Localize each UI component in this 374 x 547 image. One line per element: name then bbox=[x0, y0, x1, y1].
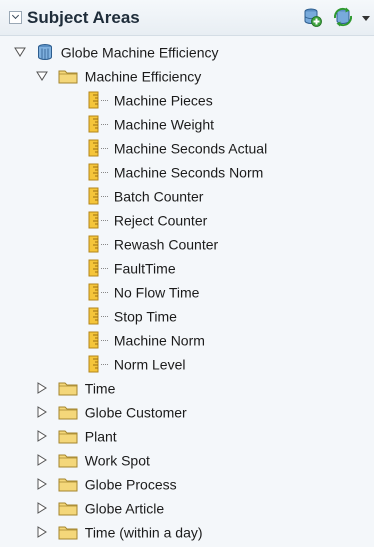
tree-folder-machine-efficiency[interactable]: Machine Efficiency bbox=[36, 64, 201, 86]
tree-column-item[interactable]: Rewash Counter bbox=[88, 232, 218, 254]
folder-icon bbox=[58, 382, 78, 396]
tree-column-item[interactable]: Machine Weight bbox=[88, 112, 214, 134]
folder-label: Globe Process bbox=[84, 476, 177, 493]
folder-icon bbox=[58, 70, 78, 84]
folder-label: Plant bbox=[84, 428, 117, 445]
folder-label: Time bbox=[84, 380, 116, 397]
folder-icon bbox=[58, 430, 78, 444]
tree-folder-time-within-a-day[interactable]: Time (within a day) bbox=[36, 520, 203, 542]
expand-toggle-closed-icon[interactable] bbox=[36, 430, 48, 443]
folder-label: Globe Customer bbox=[84, 404, 187, 421]
measure-column-icon bbox=[88, 187, 99, 205]
tree-folder-work-spot[interactable]: Work Spot bbox=[36, 448, 150, 470]
folder-icon bbox=[58, 478, 78, 492]
measure-column-icon bbox=[88, 115, 99, 133]
measure-column-icon bbox=[88, 163, 99, 181]
measure-column-icon bbox=[88, 139, 99, 157]
tree-column-item[interactable]: Machine Pieces bbox=[88, 88, 213, 110]
tree-column-item[interactable]: Machine Seconds Actual bbox=[88, 136, 267, 158]
column-label: Reject Counter bbox=[113, 212, 208, 229]
expand-toggle-open-icon[interactable] bbox=[36, 70, 48, 82]
measure-column-icon bbox=[88, 235, 99, 253]
measure-column-icon bbox=[88, 91, 99, 109]
folder-icon bbox=[58, 454, 78, 468]
tree-folder-plant[interactable]: Plant bbox=[36, 424, 117, 446]
tree-root-label: Globe Machine Efficiency bbox=[60, 44, 219, 61]
measure-column-icon bbox=[88, 259, 99, 277]
column-label: FaultTime bbox=[113, 260, 176, 277]
column-label: Machine Norm bbox=[113, 332, 205, 349]
expand-toggle-closed-icon[interactable] bbox=[36, 406, 48, 419]
tree-column-item[interactable]: No Flow Time bbox=[88, 280, 199, 302]
expand-toggle-closed-icon[interactable] bbox=[36, 502, 48, 515]
folder-label: Machine Efficiency bbox=[84, 68, 202, 85]
column-label: Batch Counter bbox=[113, 188, 204, 205]
folder-label: Globe Article bbox=[84, 500, 165, 517]
expand-toggle-closed-icon[interactable] bbox=[36, 454, 48, 467]
folder-label: Time (within a day) bbox=[84, 524, 203, 541]
collapse-panel-button[interactable] bbox=[9, 11, 22, 24]
tree-folder-globe-article[interactable]: Globe Article bbox=[36, 496, 164, 518]
expand-toggle-closed-icon[interactable] bbox=[36, 478, 48, 491]
folder-icon bbox=[58, 406, 78, 420]
expand-toggle-closed-icon[interactable] bbox=[36, 526, 48, 539]
column-label: Machine Pieces bbox=[113, 92, 213, 109]
measure-column-icon bbox=[88, 307, 99, 325]
tree-column-item[interactable]: Machine Seconds Norm bbox=[88, 160, 263, 182]
measure-column-icon bbox=[88, 355, 99, 373]
tree-column-item[interactable]: Reject Counter bbox=[88, 208, 207, 230]
column-label: Norm Level bbox=[113, 356, 186, 373]
expand-toggle-closed-icon[interactable] bbox=[36, 382, 48, 395]
tree-column-item[interactable]: Stop Time bbox=[88, 304, 177, 326]
column-label: Stop Time bbox=[113, 308, 177, 325]
tree-folder-globe-process[interactable]: Globe Process bbox=[36, 472, 177, 494]
measure-column-icon bbox=[88, 211, 99, 229]
column-label: Machine Seconds Norm bbox=[113, 164, 264, 181]
tree-root-node[interactable]: Globe Machine Efficiency bbox=[14, 40, 219, 62]
tree-column-item[interactable]: Batch Counter bbox=[88, 184, 203, 206]
folder-icon bbox=[58, 502, 78, 516]
column-label: Machine Weight bbox=[113, 116, 215, 133]
subject-areas-panel: Subject Areas Globe Machine Efficiency M… bbox=[0, 0, 374, 547]
panel-title: Subject Areas bbox=[27, 8, 140, 27]
column-label: No Flow Time bbox=[113, 284, 200, 301]
folder-icon bbox=[58, 526, 78, 540]
subject-area-database-icon bbox=[37, 44, 52, 61]
folder-label: Work Spot bbox=[84, 452, 150, 469]
measure-column-icon bbox=[88, 283, 99, 301]
tree-folder-time[interactable]: Time bbox=[36, 376, 115, 398]
tree-folder-globe-customer[interactable]: Globe Customer bbox=[36, 400, 187, 422]
expand-toggle-open-icon[interactable] bbox=[14, 46, 26, 58]
header-menu-dropdown[interactable] bbox=[362, 16, 370, 21]
tree-column-item[interactable]: FaultTime bbox=[88, 256, 176, 278]
tree-column-item[interactable]: Machine Norm bbox=[88, 328, 205, 350]
add-subject-area-icon[interactable] bbox=[302, 7, 322, 27]
tree-column-item[interactable]: Norm Level bbox=[88, 352, 185, 374]
column-label: Machine Seconds Actual bbox=[113, 140, 268, 157]
column-label: Rewash Counter bbox=[113, 236, 219, 253]
refresh-icon[interactable] bbox=[333, 7, 353, 27]
panel-header: Subject Areas bbox=[0, 0, 374, 36]
measure-column-icon bbox=[88, 331, 99, 349]
